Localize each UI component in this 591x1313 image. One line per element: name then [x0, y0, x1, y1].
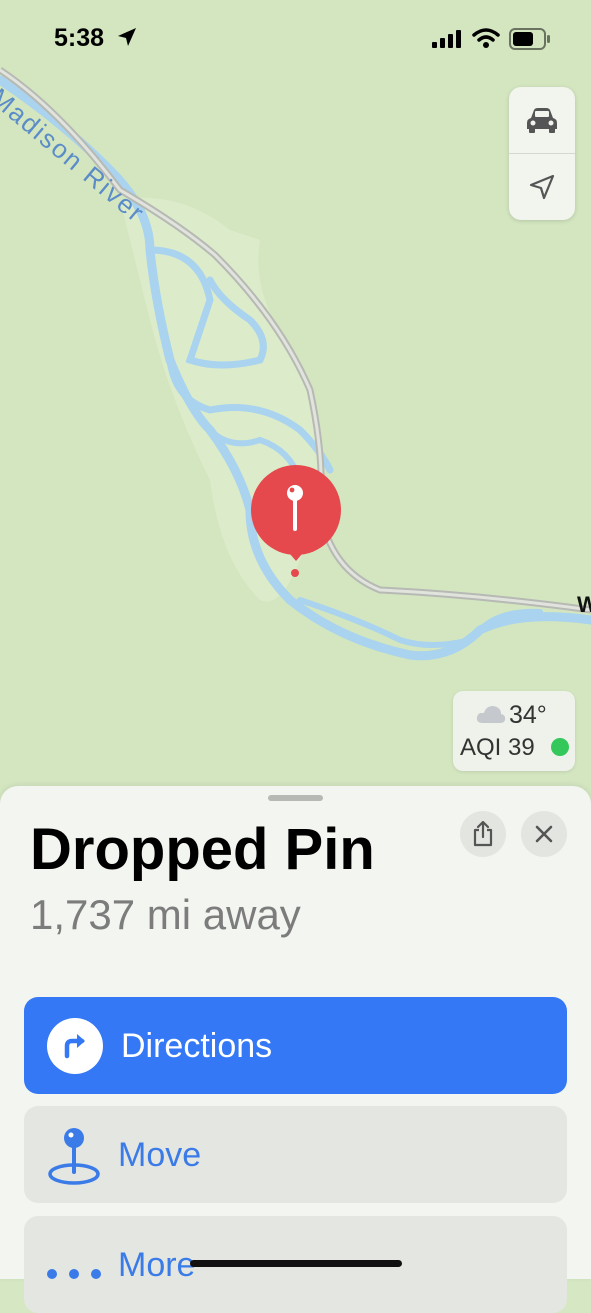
- battery-icon: [509, 28, 550, 50]
- more-label: More: [118, 1246, 196, 1284]
- weather-badge[interactable]: 34° AQI 39: [453, 691, 575, 771]
- place-card-sheet: Dropped Pin 1,737 mi away Directions Mov…: [0, 786, 591, 1313]
- wifi-icon: [472, 28, 500, 48]
- sheet-grabber[interactable]: [268, 795, 323, 801]
- directions-icon-container: [47, 1018, 103, 1074]
- ellipsis-icon: [47, 1269, 101, 1279]
- move-button[interactable]: Move: [24, 1106, 567, 1203]
- move-pin-icon: [48, 1128, 100, 1185]
- close-icon: [535, 825, 553, 843]
- transport-mode-button[interactable]: [509, 87, 575, 153]
- road-label: W: [577, 592, 591, 617]
- map-controls: [509, 87, 575, 220]
- map-canvas: [0, 67, 591, 661]
- status-bar: 5:38: [0, 0, 591, 70]
- map-view[interactable]: Madison River W 34° AQI 39: [0, 0, 591, 800]
- car-icon: [527, 108, 557, 133]
- map-pin-icon: [251, 465, 341, 561]
- aqi-label: AQI 39: [460, 734, 535, 761]
- place-distance: 1,737 mi away: [30, 891, 301, 938]
- location-services-icon: [118, 28, 136, 46]
- location-arrow-icon: [529, 174, 555, 200]
- status-time: 5:38: [54, 24, 105, 52]
- weather-temperature: 34°: [509, 701, 547, 729]
- current-location-button[interactable]: [509, 154, 575, 220]
- share-button[interactable]: [460, 811, 506, 857]
- cloud-icon: [476, 706, 506, 723]
- cellular-signal-icon: [432, 30, 461, 48]
- place-title: Dropped Pin: [30, 817, 375, 882]
- home-indicator[interactable]: [190, 1260, 402, 1267]
- move-label: Move: [118, 1136, 202, 1174]
- aqi-status-dot: [551, 738, 569, 756]
- share-icon: [473, 821, 493, 847]
- turn-right-arrow-icon: [64, 1034, 85, 1059]
- directions-label: Directions: [121, 1027, 273, 1065]
- directions-button[interactable]: Directions: [24, 997, 567, 1094]
- pin-location-dot: [291, 569, 299, 577]
- close-button[interactable]: [521, 811, 567, 857]
